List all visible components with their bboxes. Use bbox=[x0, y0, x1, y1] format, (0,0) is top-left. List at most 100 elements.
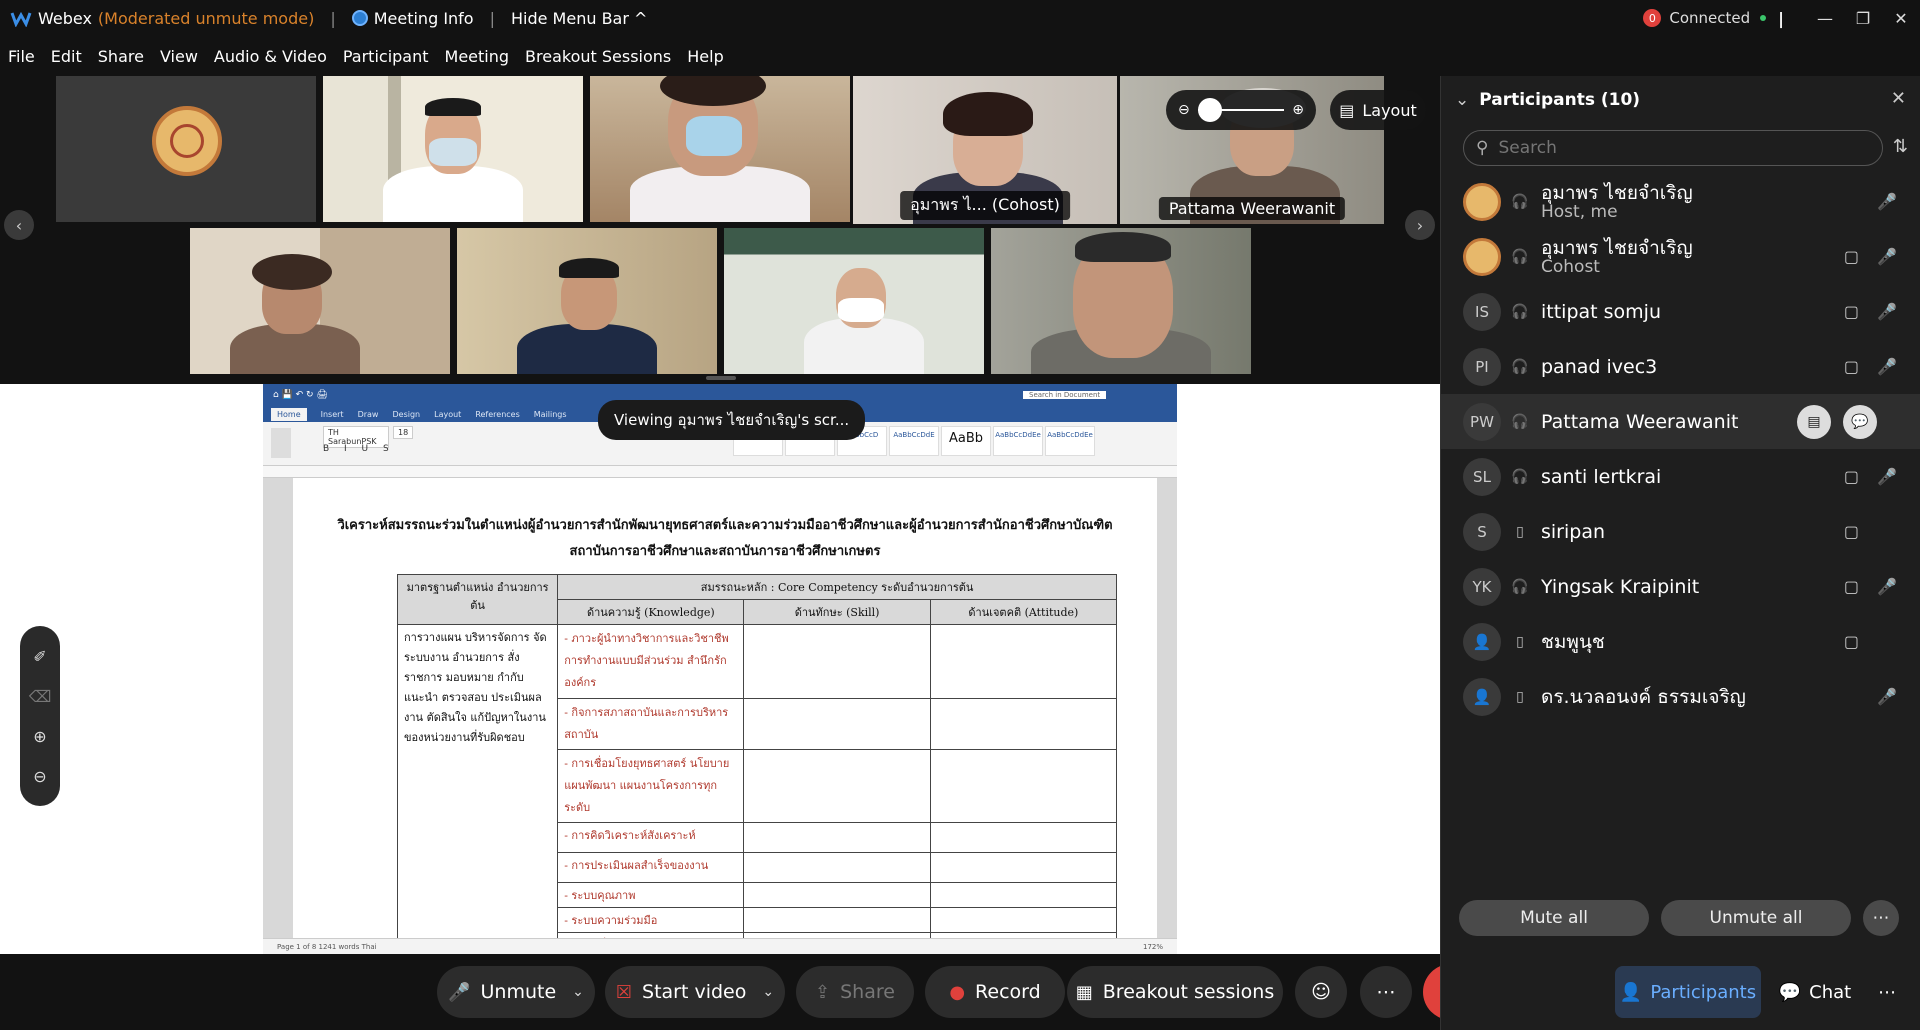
participant-row[interactable]: SL 🎧 santi lertkrai ▢ 🎤 bbox=[1441, 449, 1920, 504]
close-panel-button[interactable]: ✕ bbox=[1891, 88, 1906, 109]
participant-row[interactable]: IS 🎧 ittipat somju ▢ 🎤 bbox=[1441, 284, 1920, 339]
video-tile[interactable] bbox=[323, 76, 583, 222]
menu-participant[interactable]: Participant bbox=[335, 47, 437, 66]
muted-mic-icon[interactable]: 🎤 bbox=[1877, 577, 1897, 596]
participant-search[interactable]: ⚲ bbox=[1463, 130, 1883, 166]
layout-label: Layout bbox=[1362, 100, 1417, 120]
unmute-all-button[interactable]: Unmute all bbox=[1661, 900, 1851, 936]
more-options-button[interactable]: ⋯ bbox=[1360, 966, 1412, 1018]
participant-row[interactable]: 👤 ▯ ดร.นวลอนงค์ ธรรมเจริญ 🎤 bbox=[1441, 669, 1920, 724]
zoom-out-icon[interactable]: ⊖ bbox=[1178, 102, 1190, 118]
zoom-slider[interactable]: ⊖ ⊕ bbox=[1166, 90, 1316, 130]
mic-icon[interactable]: 🎤 bbox=[1877, 247, 1897, 266]
person-icon: 👤 bbox=[1619, 981, 1643, 1003]
video-tile[interactable] bbox=[724, 228, 984, 374]
word-page-area: วิเคราะห์สมรรถนะร่วมในตำแหน่งผู้อำนวยการ… bbox=[263, 478, 1177, 958]
muted-mic-icon[interactable]: 🎤 bbox=[1877, 302, 1897, 321]
menu-breakout-sessions[interactable]: Breakout Sessions bbox=[517, 47, 679, 66]
person-icon: 👤 bbox=[1463, 622, 1501, 661]
video-tile[interactable] bbox=[56, 76, 316, 222]
menu-bar: File Edit Share View Audio & Video Parti… bbox=[0, 36, 732, 76]
word-tab: Design bbox=[392, 409, 421, 419]
unmute-button[interactable]: 🎤 Unmute ⌄ bbox=[437, 966, 595, 1018]
style-preview: AaBbCcDdEe bbox=[993, 426, 1043, 456]
muted-mic-icon[interactable]: 🎤 bbox=[1877, 357, 1897, 376]
format-icons: B I U S bbox=[323, 444, 395, 454]
more-panels-button[interactable]: ⋯ bbox=[1865, 966, 1909, 1018]
video-tile[interactable] bbox=[457, 228, 717, 374]
record-label: Record bbox=[975, 981, 1041, 1003]
reactions-button[interactable]: ☺ bbox=[1295, 966, 1347, 1018]
video-tile[interactable] bbox=[190, 228, 450, 374]
video-tile[interactable] bbox=[991, 228, 1251, 374]
chat-bubble-button[interactable]: 💬 bbox=[1843, 404, 1877, 439]
zoom-track[interactable] bbox=[1197, 98, 1285, 122]
unmute-label: Unmute bbox=[480, 981, 557, 1003]
zoom-out-icon[interactable]: ⊖ bbox=[33, 767, 46, 786]
document-title-line1: วิเคราะห์สมรรถนะร่วมในตำแหน่งผู้อำนวยการ… bbox=[337, 518, 1113, 533]
restore-button[interactable]: ❐ bbox=[1844, 0, 1882, 36]
participant-row[interactable]: 🎧 อุมาพร ไชยจำเริญ Cohost ▢ 🎤 bbox=[1441, 229, 1920, 284]
participant-info-button[interactable]: ▤ bbox=[1797, 404, 1831, 439]
zoom-in-icon[interactable]: ⊕ bbox=[1292, 102, 1304, 118]
eraser-icon[interactable]: ⌫ bbox=[29, 687, 52, 706]
table-header: ด้านความรู้ (Knowledge) bbox=[557, 599, 745, 625]
menu-meeting[interactable]: Meeting bbox=[437, 47, 518, 66]
participant-row[interactable]: PW 🎧 Pattama Weerawanit ▤ 💬 bbox=[1441, 394, 1920, 449]
participant-row[interactable]: S ▯ siripan ▢ bbox=[1441, 504, 1920, 559]
participant-name: ดร.นวลอนงค์ ธรรมเจริญ bbox=[1541, 685, 1746, 708]
more-options-button[interactable]: ⋯ bbox=[1863, 900, 1899, 936]
menu-help[interactable]: Help bbox=[679, 47, 731, 66]
search-input[interactable] bbox=[1498, 138, 1859, 158]
breakout-sessions-button[interactable]: ▦ Breakout sessions bbox=[1067, 966, 1283, 1018]
organization-seal-logo bbox=[152, 106, 222, 176]
close-window-button[interactable]: ✕ bbox=[1882, 0, 1920, 36]
meeting-controls: 🎤 Unmute ⌄ ☒ Start video ⌄ ⇪ Share ● Rec… bbox=[0, 954, 1479, 1030]
sort-icon[interactable]: ⇅ bbox=[1893, 136, 1908, 157]
menu-view[interactable]: View bbox=[152, 47, 206, 66]
mute-all-button[interactable]: Mute all bbox=[1459, 900, 1649, 936]
share-button[interactable]: ⇪ Share bbox=[796, 966, 914, 1018]
participant-role: Host, me bbox=[1541, 201, 1618, 222]
menu-audio-video[interactable]: Audio & Video bbox=[206, 47, 335, 66]
annotate-pen-icon[interactable]: ✐ bbox=[33, 647, 46, 666]
muted-mic-icon[interactable]: 🎤 bbox=[1877, 687, 1897, 706]
participant-name: siripan bbox=[1541, 520, 1606, 543]
breakout-label: Breakout sessions bbox=[1102, 981, 1275, 1003]
next-page-button[interactable]: › bbox=[1405, 210, 1435, 240]
zoom-knob[interactable] bbox=[1197, 98, 1222, 122]
hide-menu-bar-button[interactable]: Hide Menu Bar ^ bbox=[511, 9, 647, 28]
connection-status-icon: 0 bbox=[1643, 9, 1662, 27]
meeting-info-label: Meeting Info bbox=[373, 8, 474, 28]
participant-row[interactable]: 🎧 อุมาพร ไชยจำเริญ Host, me 🎤 bbox=[1441, 174, 1920, 229]
participant-row[interactable]: 👤 ▯ ชมพูนุช ▢ bbox=[1441, 614, 1920, 669]
chevron-down-icon[interactable]: ⌄ bbox=[572, 984, 584, 1000]
minimize-button[interactable]: — bbox=[1806, 0, 1844, 36]
layout-button[interactable]: ▤ Layout bbox=[1330, 90, 1426, 130]
chevron-down-icon[interactable]: ⌄ bbox=[1455, 90, 1469, 110]
chevron-down-icon[interactable]: ⌄ bbox=[762, 984, 774, 1000]
menu-file[interactable]: File bbox=[0, 47, 43, 66]
previous-page-button[interactable]: ‹ bbox=[4, 210, 34, 240]
start-video-button[interactable]: ☒ Start video ⌄ bbox=[605, 966, 785, 1018]
table-header: ด้านทักษะ (Skill) bbox=[743, 599, 931, 625]
tab-chat[interactable]: 💬 Chat bbox=[1767, 966, 1863, 1018]
menu-edit[interactable]: Edit bbox=[43, 47, 90, 66]
headset-icon: 🎧 bbox=[1511, 193, 1529, 210]
video-tile[interactable] bbox=[590, 76, 850, 222]
zoom-in-icon[interactable]: ⊕ bbox=[33, 727, 46, 746]
participant-list: 🎧 อุมาพร ไชยจำเริญ Host, me 🎤 🎧 อุมาพร ไ… bbox=[1441, 174, 1920, 724]
table-cell: - ระบบความร่วมมือ bbox=[557, 907, 745, 933]
video-tile-name: อุมาพร ไ... (Cohost) bbox=[900, 191, 1070, 220]
record-button[interactable]: ● Record bbox=[925, 966, 1065, 1018]
muted-mic-icon[interactable]: 🎤 bbox=[1877, 192, 1897, 211]
resize-handle[interactable] bbox=[706, 376, 736, 380]
tab-participants[interactable]: 👤 Participants bbox=[1615, 966, 1761, 1018]
participants-header[interactable]: ⌄ Participants (10) bbox=[1441, 76, 1920, 124]
menu-share[interactable]: Share bbox=[90, 47, 152, 66]
participant-row[interactable]: PI 🎧 panad ivec3 ▢ 🎤 bbox=[1441, 339, 1920, 394]
participant-row[interactable]: YK 🎧 Yingsak Kraipinit ▢ 🎤 bbox=[1441, 559, 1920, 614]
meeting-info-button[interactable]: Meeting Info bbox=[351, 8, 474, 28]
video-tile-cohost[interactable]: อุมาพร ไ... (Cohost) bbox=[853, 76, 1117, 224]
muted-mic-icon[interactable]: 🎤 bbox=[1877, 467, 1897, 486]
